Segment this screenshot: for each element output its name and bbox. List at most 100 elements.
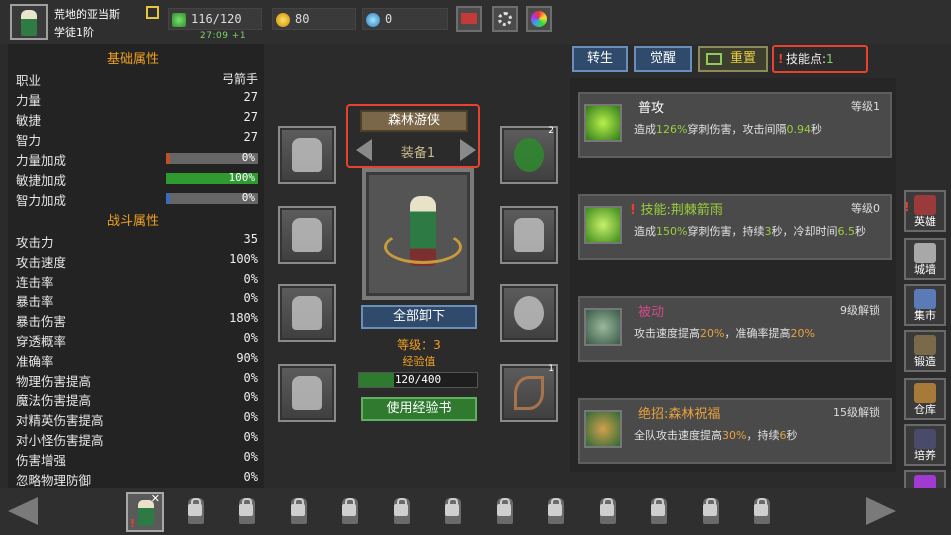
skill-list: 普攻 等级1 造成126%穿刺伤害，攻击间隔0.94秒 ! 技能:荆棘箭雨 等级… — [570, 78, 896, 472]
attr-row-strength: 力量 27 — [16, 88, 258, 108]
hero-slot-locked[interactable] — [487, 492, 525, 532]
hero-level: 等级：3 — [397, 338, 441, 352]
hero-slot-locked[interactable] — [641, 492, 679, 532]
gold-value: 80 — [295, 12, 310, 26]
lock-icon — [393, 498, 408, 516]
sidebar-item-warehouse[interactable]: 仓库 — [904, 378, 946, 420]
attr-label: 连击率 — [16, 274, 54, 290]
rebirth-tab[interactable]: 转生 — [572, 46, 628, 72]
next-gear-set-arrow-icon[interactable] — [460, 139, 476, 161]
hero-slot-locked[interactable] — [590, 492, 628, 532]
pants-slot[interactable] — [278, 284, 336, 342]
sidebar-item-label: 集市 — [914, 309, 936, 322]
skill-card-passive[interactable]: 被动 9级解锁 攻击速度提高20%，准确率提高20% — [578, 296, 892, 362]
attr-label: 职业 — [16, 73, 42, 88]
combat-attr-row: 忽略物理防御 0% — [16, 468, 258, 488]
skill-description: 攻击速度提高20%，准确率提高20% — [634, 327, 815, 340]
bonus-bar-fill — [166, 193, 170, 204]
sidebar-item-hero[interactable]: ! 英雄 — [904, 190, 946, 232]
next-hero-arrow-icon[interactable] — [866, 497, 896, 525]
attr-label: 智力加成 — [16, 193, 67, 208]
hero-slot-locked[interactable] — [538, 492, 576, 532]
combat-attr-row: 魔法伤害提高 0% — [16, 388, 258, 408]
alert-icon: ! — [630, 203, 641, 218]
sidebar-item-train[interactable]: 培养 — [904, 424, 946, 466]
skill-card-basic-attack[interactable]: 普攻 等级1 造成126%穿刺伤害，攻击间隔0.94秒 — [578, 92, 892, 158]
attr-value: 90% — [236, 350, 258, 365]
edit-name-icon[interactable] — [146, 6, 159, 19]
sidebar-item-label: 城墙 — [914, 263, 936, 276]
attr-label: 攻击速度 — [16, 254, 67, 270]
skill-name: ! 技能:荆棘箭雨 — [630, 203, 723, 218]
mail-button[interactable] — [456, 6, 482, 32]
hero-slot-locked[interactable] — [332, 492, 370, 532]
sidebar-item-market[interactable]: 集市 — [904, 284, 946, 326]
hero-slot-locked[interactable] — [229, 492, 267, 532]
gloves-slot[interactable] — [500, 206, 558, 264]
combat-attr-row: 攻击力 35 — [16, 230, 258, 250]
boots-icon — [292, 376, 322, 410]
attr-label: 忽略物理防御 — [16, 472, 92, 488]
sidebar-item-label: 仓库 — [914, 403, 936, 416]
sidebar-item-forge[interactable]: 锻造 — [904, 330, 946, 372]
necklace-slot[interactable]: 2 — [500, 126, 558, 184]
bonus-bar: 100% — [166, 171, 258, 184]
helmet-slot[interactable] — [278, 126, 336, 184]
attr-label: 穿透概率 — [16, 334, 67, 349]
hero-slot-locked[interactable] — [281, 492, 319, 532]
use-exp-book-button[interactable]: 使用经验书 — [361, 397, 477, 421]
hero-slot-locked[interactable] — [693, 492, 731, 532]
passive-skill-icon — [584, 308, 622, 346]
combat-attr-row: 准确率 90% — [16, 349, 258, 369]
attr-value: 0% — [243, 449, 258, 464]
hero-portrait — [362, 168, 474, 300]
color-wheel-button[interactable] — [526, 6, 552, 32]
combat-attr-row: 连击率 0% — [16, 270, 258, 290]
bonus-value: 100% — [228, 171, 256, 184]
prev-gear-set-arrow-icon[interactable] — [356, 139, 372, 161]
lock-icon — [754, 498, 768, 516]
unequip-all-button[interactable]: 全部卸下 — [361, 305, 477, 329]
prev-hero-arrow-icon[interactable] — [8, 497, 38, 525]
boots-slot[interactable] — [278, 364, 336, 422]
lock-icon — [599, 498, 614, 516]
attr-label: 敏捷加成 — [16, 173, 67, 188]
skill-name: 被动 — [638, 305, 665, 320]
hero-slot-current[interactable]: ✕! — [126, 492, 164, 532]
attr-row-intellect-bonus: 智力加成 0% — [16, 188, 258, 208]
alert-icon: ! — [130, 517, 136, 530]
hero-slot-locked[interactable] — [384, 492, 422, 532]
archer-bow — [384, 230, 462, 264]
hero-slot-locked[interactable] — [178, 492, 216, 532]
gear-set-label: 装备1 — [400, 146, 436, 161]
market-icon — [914, 289, 936, 309]
skill-name: 普攻 — [638, 101, 665, 116]
weapon-slot[interactable]: 1 — [500, 364, 558, 422]
attr-row-agility: 敏捷 27 — [16, 108, 258, 128]
player-avatar[interactable] — [10, 4, 48, 40]
lock-icon — [239, 498, 253, 516]
sidebar-item-wall[interactable]: 城墙 — [904, 238, 946, 280]
skill-card-forest-blessing[interactable]: 绝招:森林祝福 15级解锁 全队攻击速度提高30%，持续6秒 — [578, 398, 892, 464]
attr-value: 0% — [243, 430, 258, 444]
close-icon[interactable]: ✕ — [151, 492, 160, 505]
gem-icon — [366, 13, 380, 27]
hero-slot-locked[interactable] — [744, 492, 782, 532]
attr-label: 伤害增强 — [16, 452, 67, 468]
sidebar-item-label: 培养 — [914, 449, 936, 462]
awaken-tab[interactable]: 觉醒 — [634, 46, 692, 72]
ring-icon — [514, 296, 544, 330]
settings-button[interactable] — [492, 6, 518, 32]
class-title: 森林游侠 — [360, 110, 468, 132]
skill-card-thorn-arrow-rain[interactable]: ! 技能:荆棘箭雨 等级0 造成150%穿刺伤害，持续3秒，冷却时间6.5秒 — [578, 194, 892, 260]
hero-slot-locked[interactable] — [435, 492, 473, 532]
attr-label: 攻击力 — [16, 235, 54, 250]
reset-button[interactable]: 重置 — [698, 46, 768, 72]
attr-label: 对小怪伤害提高 — [16, 433, 104, 448]
armor-slot[interactable] — [278, 206, 336, 264]
ring-slot[interactable] — [500, 284, 558, 342]
bonus-bar: 0% — [166, 151, 258, 164]
color-wheel-icon — [531, 11, 547, 27]
attr-row-intellect: 智力 27 — [16, 128, 258, 148]
gold-counter: 80 — [272, 8, 356, 30]
